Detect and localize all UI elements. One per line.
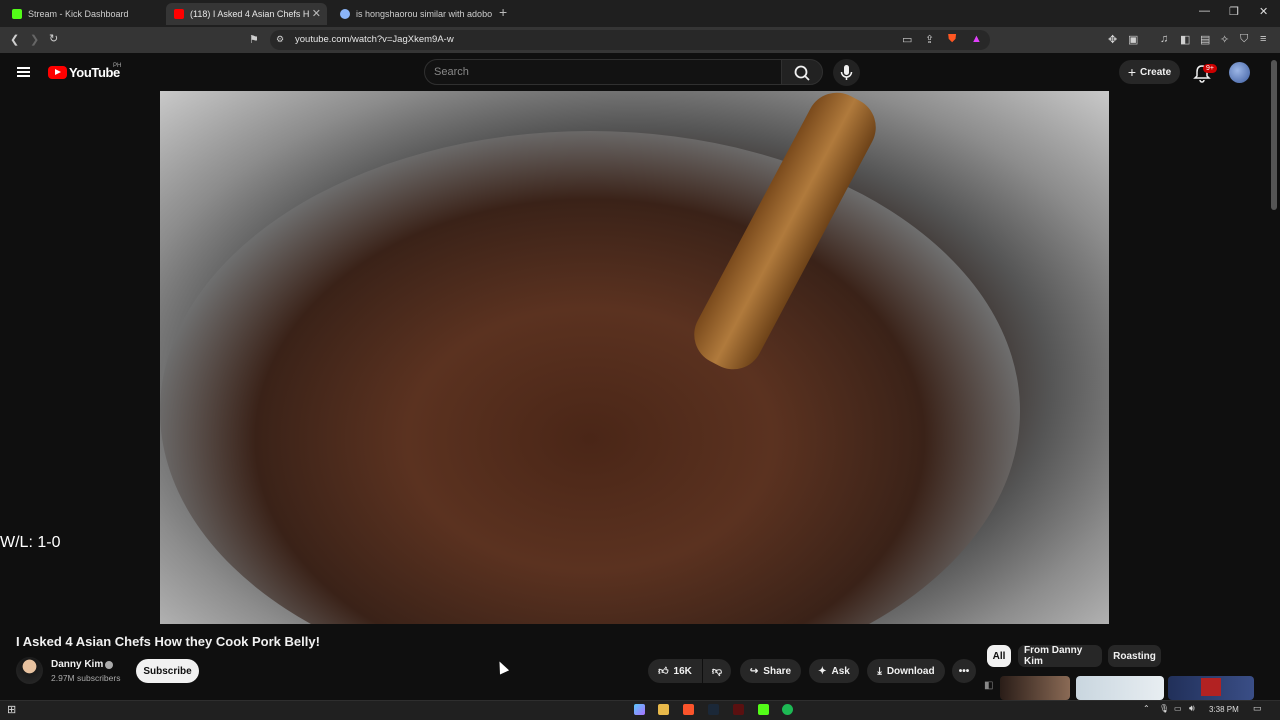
ask-label: Ask	[831, 665, 850, 677]
notification-badge: 9+	[1203, 64, 1217, 73]
thumbs-down-icon: 👎︎	[711, 666, 723, 677]
brave-browser-icon[interactable]	[683, 704, 694, 715]
search-button[interactable]	[781, 59, 823, 85]
brave-shield-icon[interactable]: ⛊	[948, 33, 956, 46]
menu-icon[interactable]: ≡	[1260, 33, 1266, 45]
plus-icon: +	[1127, 64, 1137, 80]
network-icon[interactable]: ▭	[1174, 704, 1182, 713]
mouse-cursor-icon	[494, 659, 510, 675]
more-horizontal-icon: •••	[958, 665, 970, 677]
search-icon	[794, 65, 810, 81]
win-loss-overlay: W/L: 1-0	[0, 534, 61, 551]
chip-all[interactable]: All	[987, 645, 1011, 667]
tab-title: is hongshaorou similar with adobo -	[356, 9, 492, 19]
ask-button[interactable]: ✦ Ask	[809, 659, 859, 683]
microphone-tray-icon[interactable]: 🎙︎	[1159, 704, 1169, 713]
create-button[interactable]: + Create	[1119, 60, 1180, 84]
game-app-icon[interactable]	[733, 704, 744, 715]
chip-roasting[interactable]: Roasting	[1108, 645, 1161, 667]
windows-start-icon[interactable]: ⊞	[7, 703, 16, 716]
forward-icon[interactable]: ❯	[30, 33, 39, 46]
site-settings-icon[interactable]: ⚙	[276, 34, 284, 45]
kick-app-icon[interactable]	[758, 704, 769, 715]
sparkle-icon: ✦	[818, 665, 827, 677]
leo-ai-icon[interactable]: ✧	[1220, 33, 1229, 46]
download-icon: ⤓	[877, 665, 882, 677]
tab-title: (118) I Asked 4 Asian Chefs H	[190, 9, 310, 19]
file-explorer-icon[interactable]	[658, 704, 669, 715]
like-count: 16K	[673, 665, 692, 677]
extensions-icon[interactable]: ✥	[1108, 33, 1117, 46]
brave-rewards-icon[interactable]: ▲	[971, 33, 982, 45]
taskbar-clock[interactable]: 3:38 PM	[1209, 705, 1239, 714]
channel-avatar[interactable]	[16, 657, 43, 684]
voice-search-button[interactable]	[833, 59, 860, 86]
verified-badge-icon	[105, 661, 113, 669]
notification-center-icon[interactable]: ▭	[1253, 703, 1262, 714]
wallet-card-icon[interactable]: ▤	[1200, 33, 1210, 46]
country-code: PH	[113, 63, 122, 69]
guide-menu-icon[interactable]	[17, 67, 30, 77]
microphone-icon	[840, 65, 853, 80]
volume-icon[interactable]: 🔊︎	[1189, 703, 1195, 714]
youtube-logo-icon[interactable]	[48, 66, 67, 79]
subscriber-count: 2.97M subscribers	[51, 673, 121, 683]
tab-youtube-video[interactable]: (118) I Asked 4 Asian Chefs H ✕	[166, 3, 327, 25]
like-button[interactable]: 👍︎ 16K	[648, 659, 702, 683]
recommended-thumbnail[interactable]	[1000, 676, 1070, 700]
share-page-icon[interactable]: ⇪	[925, 33, 934, 46]
share-icon: ↪	[749, 665, 759, 677]
chip-from-channel[interactable]: From Danny Kim	[1018, 645, 1102, 667]
share-label: Share	[763, 665, 792, 677]
new-tab-icon[interactable]: +	[499, 4, 507, 20]
tray-expand-icon[interactable]: ⌃	[1143, 704, 1150, 713]
thumbs-up-icon: 👍︎	[658, 666, 669, 677]
minimize-icon[interactable]: —	[1199, 5, 1210, 17]
close-window-icon[interactable]: ✕	[1259, 5, 1268, 18]
search-placeholder: Search	[434, 66, 469, 78]
tab-kick-dashboard[interactable]: Stream - Kick Dashboard	[4, 3, 164, 25]
share-button[interactable]: ↪ Share	[740, 659, 801, 683]
tab-title: Stream - Kick Dashboard	[28, 9, 129, 19]
video-player[interactable]	[160, 91, 1109, 624]
download-button[interactable]: ⤓ Download	[867, 659, 945, 683]
dislike-button[interactable]: 👎︎	[703, 659, 731, 683]
sidebar-icon[interactable]: ◧	[1180, 33, 1190, 46]
back-icon[interactable]: ❮	[10, 33, 19, 46]
media-icon[interactable]: ♫	[1160, 33, 1168, 45]
create-label: Create	[1140, 66, 1172, 78]
download-label: Download	[886, 665, 935, 677]
copilot-icon[interactable]	[634, 704, 645, 715]
close-tab-icon[interactable]: ✕	[312, 7, 321, 20]
spotify-icon[interactable]	[782, 704, 793, 715]
cast-icon[interactable]: ▭	[902, 33, 912, 46]
steam-icon[interactable]	[708, 704, 719, 715]
chip-scroll-left-icon[interactable]: ◧	[984, 680, 993, 691]
url-text[interactable]: youtube.com/watch?v=JagXkem9A-w	[295, 34, 454, 45]
video-title: I Asked 4 Asian Chefs How they Cook Pork…	[16, 634, 320, 649]
page-scrollbar[interactable]	[1271, 60, 1277, 210]
video-frame-wok	[160, 131, 1020, 624]
subscribe-button[interactable]: Subscribe	[136, 659, 199, 683]
vpn-icon[interactable]: ⛉	[1240, 33, 1248, 46]
recommended-thumbnail[interactable]	[1076, 676, 1164, 700]
youtube-favicon-icon	[174, 9, 184, 19]
channel-name[interactable]: Danny Kim	[51, 659, 103, 670]
tab-google-search[interactable]: is hongshaorou similar with adobo -	[332, 3, 492, 25]
account-avatar[interactable]	[1229, 62, 1250, 83]
more-actions-button[interactable]: •••	[952, 659, 976, 683]
reload-icon[interactable]: ↻	[49, 32, 58, 45]
game-logo-icon	[1201, 678, 1221, 696]
wallet-icon[interactable]: ▣	[1128, 33, 1138, 46]
search-input[interactable]	[424, 59, 782, 85]
kick-favicon-icon	[12, 9, 22, 19]
bookmark-icon[interactable]: ⚑	[249, 33, 259, 46]
google-favicon-icon	[340, 9, 350, 19]
restore-icon[interactable]: ❐	[1229, 5, 1239, 18]
